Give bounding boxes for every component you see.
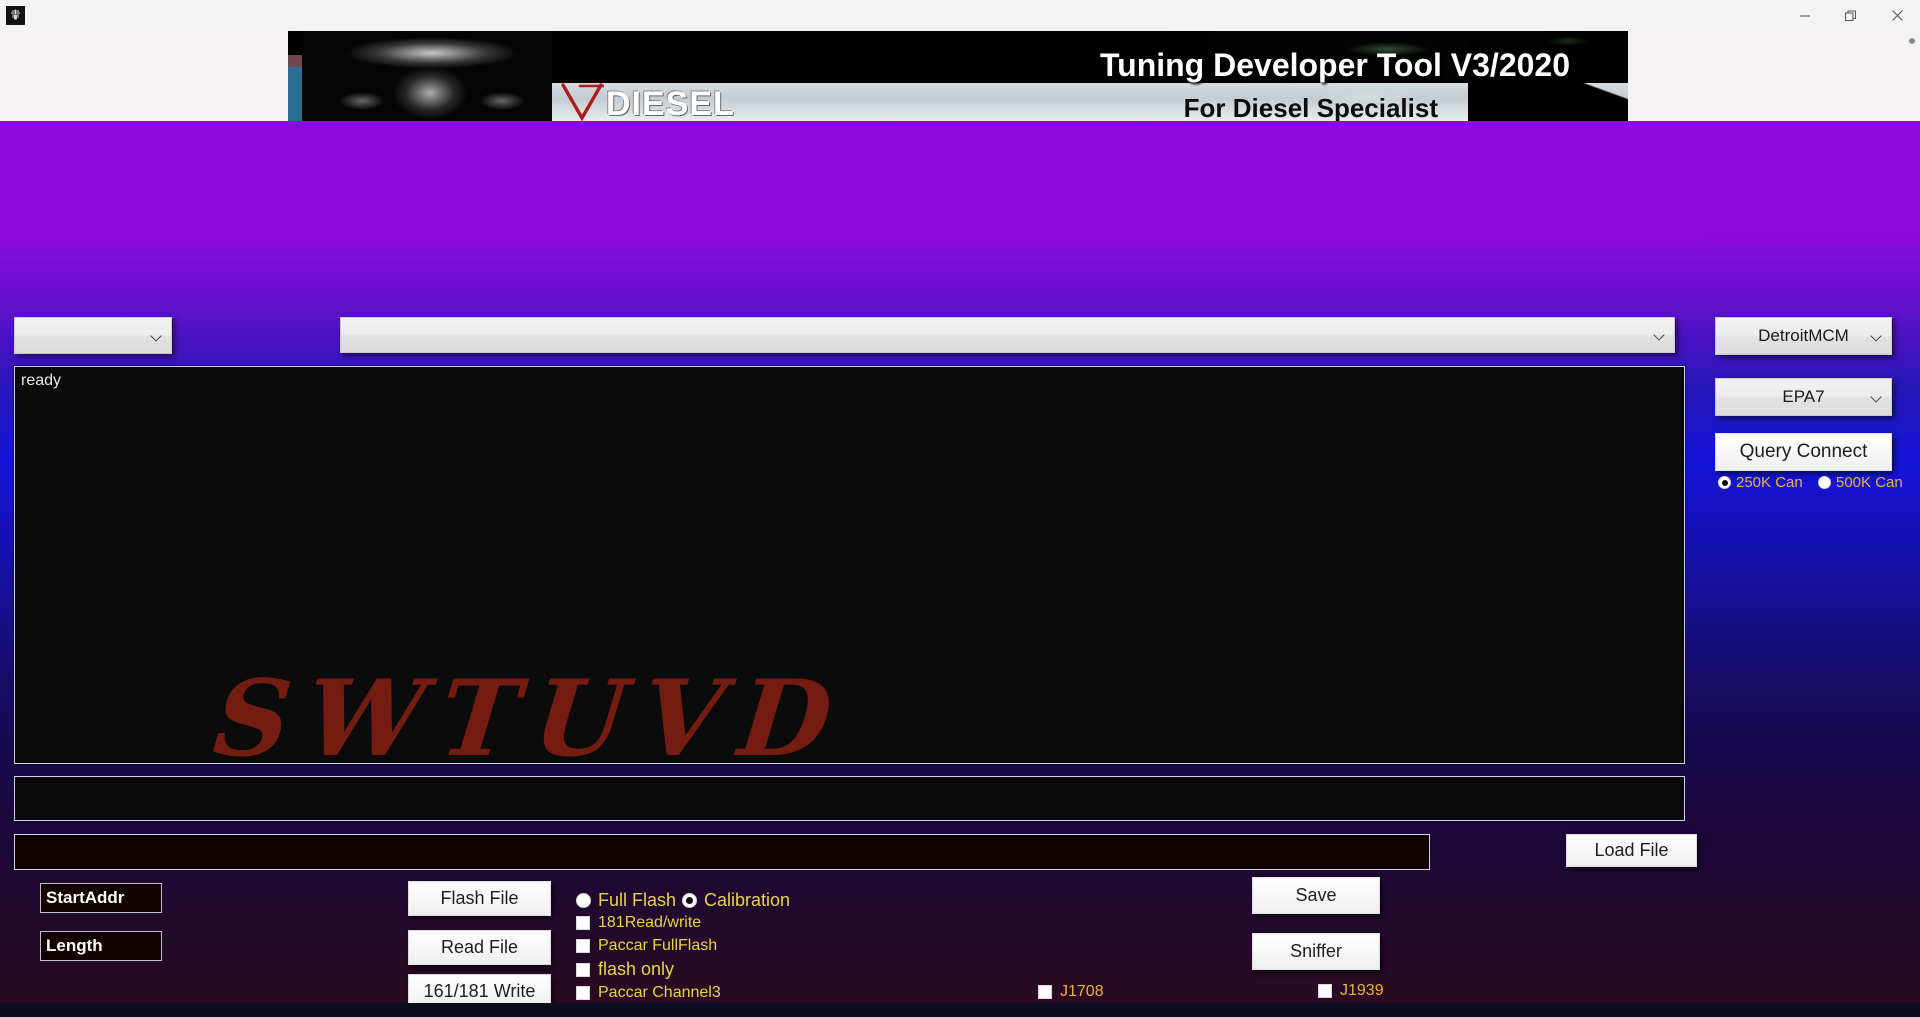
chevron-down-icon: [151, 330, 163, 342]
length-value: Length: [46, 936, 103, 955]
radio-indicator: [1818, 476, 1831, 489]
log-console[interactable]: ready: [14, 366, 1685, 764]
application-window: DIESEL Tuning Developer Tool V3/2020 For…: [0, 0, 1920, 1017]
query-connect-button[interactable]: Query Connect: [1715, 433, 1892, 471]
length-field[interactable]: Length: [40, 931, 162, 961]
protocol-j1708-checkbox[interactable]: J1708: [1038, 983, 1104, 1001]
can-speed-250k-radio[interactable]: 250K Can: [1718, 474, 1803, 491]
banner-title: Tuning Developer Tool V3/2020: [1099, 47, 1570, 83]
device-select[interactable]: [340, 317, 1675, 353]
epa-level-select[interactable]: EPA7: [1715, 378, 1892, 416]
chevron-down-icon: [1654, 329, 1666, 341]
option-flash-only-label: flash only: [598, 959, 675, 979]
vdiesel-brand-text: DIESEL: [606, 85, 735, 121]
file-path-field[interactable]: [14, 834, 1430, 870]
radio-indicator: [682, 893, 697, 908]
main-content: DetroitMCM EPA7 Query Connect 250K Can 5…: [0, 121, 1920, 1017]
restore-button[interactable]: [1828, 0, 1874, 31]
banner-strip: DIESEL Tuning Developer Tool V3/2020 For…: [0, 31, 1920, 121]
ecu-type-value: DetroitMCM: [1758, 326, 1849, 345]
secondary-log-field[interactable]: [14, 776, 1685, 821]
minimize-button[interactable]: [1782, 0, 1828, 31]
checkbox-indicator: [576, 939, 590, 953]
mode-calibration-radio[interactable]: Calibration: [682, 890, 790, 911]
read-file-button[interactable]: Read File: [408, 930, 551, 965]
option-paccar-channel3-label: Paccar Channel3: [598, 984, 721, 1001]
option-paccar-fullflash-checkbox[interactable]: Paccar FullFlash: [576, 937, 717, 955]
save-button[interactable]: Save: [1252, 877, 1380, 914]
can-speed-500k-label: 500K Can: [1836, 474, 1903, 491]
option-flash-only-checkbox[interactable]: flash only: [576, 959, 674, 980]
port-select[interactable]: [14, 317, 172, 354]
load-file-button[interactable]: Load File: [1566, 834, 1697, 867]
protocol-j1939-checkbox[interactable]: J1939: [1318, 982, 1384, 1000]
banner-blue-tab: [288, 67, 302, 121]
flash-file-button[interactable]: Flash File: [408, 881, 551, 916]
purple-header-band: [0, 121, 1708, 247]
protocol-j1708-label: J1708: [1060, 983, 1104, 1000]
chevron-down-icon: [1871, 391, 1883, 403]
engine-photo: [302, 31, 552, 121]
option-181-readwrite-label: 181Read/write: [598, 914, 702, 931]
title-bar: [0, 0, 1920, 31]
option-paccar-fullflash-label: Paccar FullFlash: [598, 937, 718, 954]
protocol-j1939-label: J1939: [1340, 982, 1384, 999]
can-speed-250k-label: 250K Can: [1736, 474, 1803, 491]
app-icon: [6, 6, 25, 25]
product-banner: DIESEL Tuning Developer Tool V3/2020 For…: [288, 31, 1628, 121]
status-bar: [0, 1003, 1920, 1017]
checkbox-indicator: [1318, 984, 1332, 998]
console-status-text: ready: [21, 372, 62, 389]
start-addr-value: StartAddr: [46, 888, 125, 907]
option-181-readwrite-checkbox[interactable]: 181Read/write: [576, 914, 701, 932]
radio-indicator: [576, 893, 591, 908]
scroll-indicator: [1909, 38, 1915, 44]
start-addr-field[interactable]: StartAddr: [40, 883, 162, 913]
mode-full-flash-label: Full Flash: [598, 890, 677, 910]
can-speed-500k-radio[interactable]: 500K Can: [1818, 474, 1903, 491]
checkbox-indicator: [576, 986, 590, 1000]
option-paccar-channel3-checkbox[interactable]: Paccar Channel3: [576, 984, 721, 1002]
checkbox-indicator: [1038, 985, 1052, 999]
mode-full-flash-radio[interactable]: Full Flash: [576, 890, 676, 911]
radio-indicator: [1718, 476, 1731, 489]
epa-level-value: EPA7: [1782, 387, 1825, 406]
checkbox-indicator: [576, 916, 590, 930]
banner-subtitle: For Diesel Specialist: [1183, 93, 1438, 121]
close-button[interactable]: [1874, 0, 1920, 31]
v-mark-icon: [560, 83, 604, 121]
sniffer-button[interactable]: Sniffer: [1252, 933, 1380, 970]
vdiesel-logo: DIESEL: [560, 79, 735, 121]
mode-calibration-label: Calibration: [704, 890, 791, 910]
ecu-type-select[interactable]: DetroitMCM: [1715, 317, 1892, 355]
chevron-down-icon: [1871, 330, 1883, 342]
checkbox-indicator: [576, 962, 590, 977]
